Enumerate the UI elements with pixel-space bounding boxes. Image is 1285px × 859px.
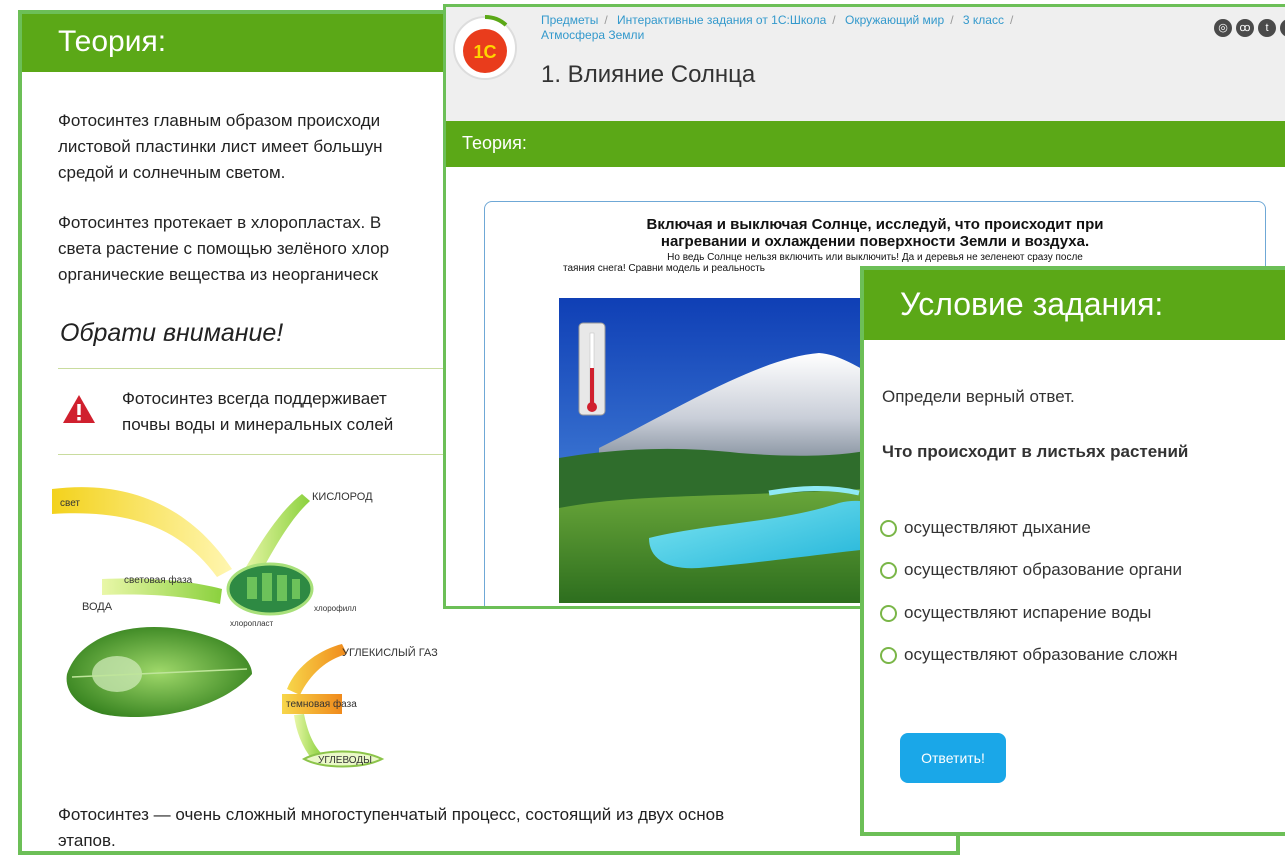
task-question: Что происходит в листьях растений — [882, 442, 1189, 461]
label-oxygen: КИСЛОРОД — [312, 491, 373, 503]
logo-text: 1С — [473, 42, 496, 62]
lesson-section-bar: Теория: — [446, 121, 1285, 167]
label-chloroplast: хлоропласт — [230, 619, 274, 628]
breadcrumb-item-world[interactable]: Окружающий мир — [845, 13, 944, 27]
landscape-scene[interactable] — [559, 298, 879, 603]
para1-line2: листовой пластинки лист имеет большун — [58, 137, 383, 156]
breadcrumb: Предметы / Интерактивные задания от 1С:Шк… — [541, 13, 1014, 42]
answer-option-label: осуществляют образование сложн — [904, 645, 1178, 664]
task-header: Условие задания: — [864, 270, 1285, 340]
answer-button[interactable]: Ответить! — [900, 733, 1006, 783]
sim-title-line1: Включая и выключая Солнце, исследуй, что… — [646, 216, 1104, 233]
breadcrumb-item-interactive[interactable]: Интерактивные задания от 1С:Школа — [617, 13, 826, 27]
breadcrumb-item-subjects[interactable]: Предметы — [541, 13, 598, 27]
footer-line2: этапов. — [58, 831, 116, 850]
task-header-title: Условие задания: — [900, 286, 1164, 322]
footer-line1: Фотосинтез — очень сложный многоступенча… — [58, 805, 725, 824]
lesson-section-title: Теория: — [462, 133, 527, 153]
photosynthesis-diagram: свет КИСЛОРОД световая фаза ВОДА хлоропл… — [42, 469, 462, 779]
warning-icon — [62, 393, 96, 430]
para1-line1: Фотосинтез главным образом происходи — [58, 111, 381, 130]
twitter-icon[interactable]: t — [1258, 19, 1276, 37]
simulation-title: Включая и выключая Солнце, исследуй, что… — [485, 216, 1265, 250]
para1-line3: средой и солнечным светом. — [58, 163, 286, 182]
breadcrumb-item-atmosphere[interactable]: Атмосфера Земли — [541, 28, 644, 42]
radio-button[interactable] — [880, 562, 897, 579]
warning-line1: Фотосинтез всегда поддерживает — [122, 389, 387, 408]
instagram-icon[interactable]: ◎ — [1214, 19, 1232, 37]
notice-title: Обрати внимание! — [60, 319, 284, 347]
odnoklassniki-icon[interactable]: ꝏ — [1236, 19, 1254, 37]
answer-option-label: осуществляют дыхание — [904, 518, 1091, 537]
label-co2: УГЛЕКИСЛЫЙ ГАЗ — [342, 647, 438, 659]
divider-bottom — [58, 454, 458, 455]
task-panel: Условие задания: Определи верный ответ. … — [860, 266, 1285, 836]
para2-line2: света растение с помощью зелёного хлор — [58, 239, 390, 258]
theory-header-title: Теория: — [58, 25, 167, 58]
logo-1c-icon[interactable]: 1С — [452, 14, 518, 81]
label-dark-phase: темновая фаза — [286, 699, 357, 710]
lesson-title: 1. Влияние Солнца — [541, 61, 756, 88]
answer-option-label: осуществляют испарение воды — [904, 603, 1152, 622]
warning-text: Фотосинтез всегда поддерживает почвы вод… — [122, 386, 393, 438]
other-icon[interactable]: • — [1280, 19, 1285, 37]
theory-footer: Фотосинтез — очень сложный многоступенча… — [58, 802, 956, 851]
sim-title-line2: нагревании и охлаждении поверхности Земл… — [660, 233, 1090, 250]
label-carbs: УГЛЕВОДЫ — [318, 755, 372, 766]
sim-sub-line1: Но ведь Солнце нельзя включить или выклю… — [667, 252, 1083, 263]
theory-paragraph-1: Фотосинтез главным образом происходи лис… — [58, 108, 382, 186]
breadcrumb-item-grade[interactable]: 3 класс — [963, 13, 1004, 27]
label-chlorophyll: хлорофилл — [314, 604, 357, 613]
warning-line2: почвы воды и минеральных солей — [122, 415, 394, 434]
para2-line3: органические вещества из неорганическ — [58, 265, 379, 284]
radio-button[interactable] — [880, 647, 897, 664]
answer-option-label: осуществляют образование органи — [904, 560, 1183, 579]
divider-top — [58, 368, 458, 369]
label-light-phase: световая фаза — [124, 575, 193, 586]
lesson-top-bar: 1С Предметы / Интерактивные задания от 1С… — [446, 7, 1285, 121]
task-instruction: Определи верный ответ. — [882, 387, 1075, 406]
label-water: ВОДА — [82, 601, 113, 613]
theory-paragraph-2: Фотосинтез протекает в хлоропластах. В с… — [58, 210, 389, 288]
radio-button[interactable] — [880, 605, 897, 622]
para2-line1: Фотосинтез протекает в хлоропластах. В — [58, 213, 382, 232]
label-light: свет — [60, 498, 81, 509]
radio-button[interactable] — [880, 520, 897, 537]
